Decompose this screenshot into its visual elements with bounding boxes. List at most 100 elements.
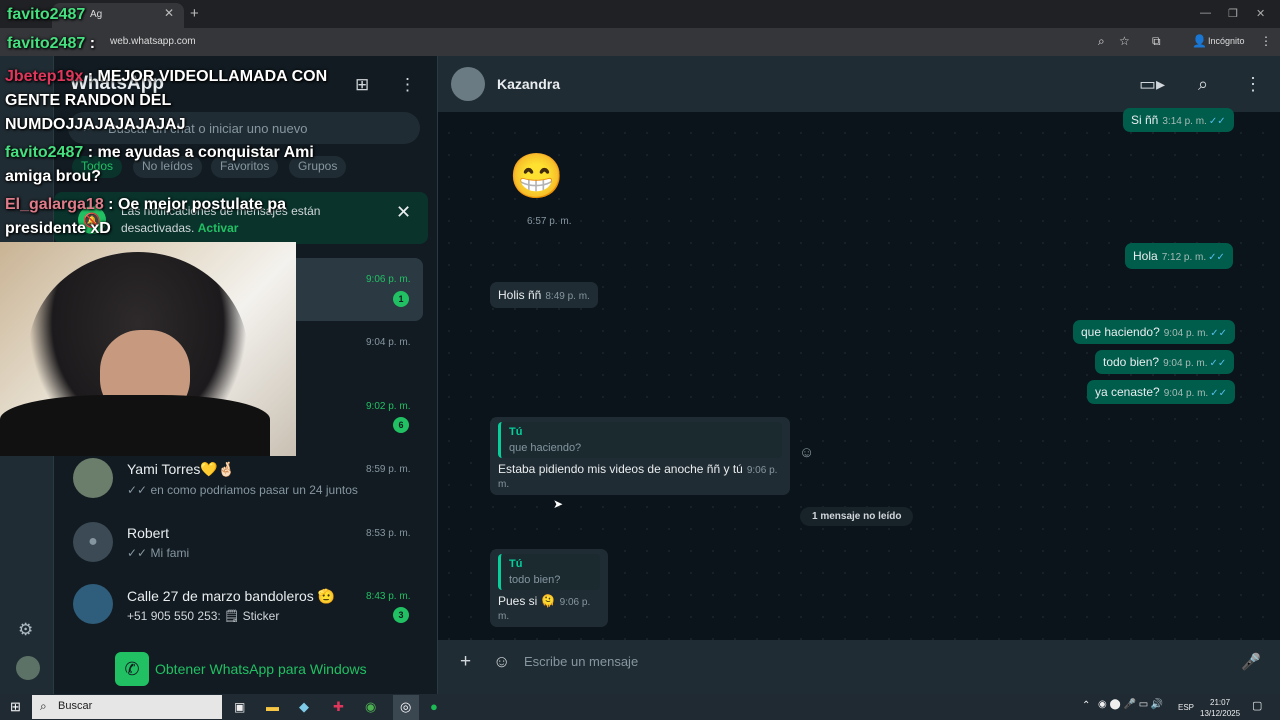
message-outgoing[interactable]: ya cenaste? 9:04 p. m. ✓✓ bbox=[1087, 380, 1235, 404]
profile-avatar[interactable] bbox=[16, 656, 40, 680]
message-incoming[interactable]: Tú que haciendo? Estaba pidiendo mis vide… bbox=[490, 417, 790, 495]
message-time: 8:49 p. m. bbox=[545, 291, 590, 302]
extension-icon[interactable]: ⧉ bbox=[1152, 34, 1161, 49]
webcam-person-shirt bbox=[0, 395, 270, 456]
star-icon[interactable]: ☆ bbox=[1119, 34, 1130, 48]
message-text: Hola bbox=[1133, 249, 1158, 263]
quote-text: que haciendo? bbox=[509, 442, 582, 454]
attach-plus-icon[interactable]: + bbox=[460, 651, 471, 673]
unread-badge: 6 bbox=[393, 417, 409, 433]
chat-time: 9:02 p. m. bbox=[366, 401, 411, 412]
spotify-icon[interactable]: ● bbox=[430, 699, 438, 714]
stream-chat-line: favito2487 bbox=[7, 6, 85, 24]
default-avatar-icon: ● bbox=[73, 522, 113, 562]
new-tab-icon[interactable]: + bbox=[190, 5, 199, 22]
message-time: 7:12 p. m. bbox=[1161, 252, 1207, 263]
stream-chat-line: favito2487 : bbox=[7, 35, 96, 52]
tab-close-icon[interactable]: ✕ bbox=[164, 6, 174, 20]
chat-time: 8:59 p. m. bbox=[366, 464, 411, 475]
language-indicator[interactable]: ESP bbox=[1178, 703, 1194, 712]
chat-time: 9:04 p. m. bbox=[366, 337, 411, 348]
close-icon[interactable]: ✕ bbox=[396, 202, 411, 223]
message-outgoing[interactable]: que haciendo? 9:04 p. m. ✓✓ bbox=[1073, 320, 1235, 344]
chat-preview: +51 905 550 253: 🗒 Sticker bbox=[127, 609, 280, 623]
incognito-icon: 👤 bbox=[1192, 34, 1207, 48]
chat-name: Robert bbox=[127, 525, 170, 541]
unread-badge: 3 bbox=[393, 607, 409, 623]
stream-username: favito2487 bbox=[7, 35, 86, 52]
contact-name[interactable]: Kazandra bbox=[497, 76, 560, 92]
new-chat-icon[interactable]: ⊞ bbox=[355, 75, 369, 95]
quoted-message[interactable]: Tú que haciendo? bbox=[498, 422, 782, 458]
notifications-icon[interactable]: ▢ bbox=[1252, 699, 1262, 712]
message-text: Holis ññ bbox=[498, 288, 542, 302]
browser-menu-icon[interactable]: ⋮ bbox=[1260, 34, 1272, 48]
stream-username: favito2487 bbox=[7, 6, 86, 23]
message-time: 9:04 p. m. bbox=[1163, 388, 1209, 399]
taskbar-search[interactable]: Buscar bbox=[32, 695, 222, 719]
obs-icon: ◎ bbox=[400, 699, 412, 714]
stream-username: El_galarga18 bbox=[5, 196, 104, 213]
search-icon[interactable]: ⌕ bbox=[1198, 74, 1208, 95]
chat-name: Calle 27 de marzo bandoleros 🫡 bbox=[127, 588, 336, 604]
emoji-message[interactable]: 😁 bbox=[509, 150, 564, 202]
chrome-icon[interactable]: ◉ bbox=[365, 699, 376, 715]
menu-icon[interactable]: ⋮ bbox=[399, 75, 416, 95]
minimize-icon[interactable]: — bbox=[1200, 7, 1211, 19]
message-outgoing[interactable]: Hola 7:12 p. m. ✓✓ bbox=[1125, 243, 1233, 269]
chat-name: Yami Torres💛🤞🏻 bbox=[127, 461, 236, 477]
tray-chevron-icon[interactable]: ⌃ bbox=[1082, 700, 1090, 711]
read-ticks-icon: ✓✓ bbox=[1209, 358, 1227, 369]
maximize-icon[interactable]: ❐ bbox=[1228, 7, 1238, 20]
menu-icon[interactable]: ⋮ bbox=[1244, 74, 1262, 95]
chat-preview: ✓✓ en como podriamos pasar un 24 juntos bbox=[127, 483, 358, 497]
contact-avatar[interactable] bbox=[451, 67, 485, 101]
close-window-icon[interactable]: ✕ bbox=[1256, 7, 1265, 20]
avatar bbox=[73, 584, 113, 624]
video-call-icon[interactable]: ▭▸ bbox=[1139, 74, 1165, 95]
quoted-message[interactable]: Tú todo bien? bbox=[498, 554, 600, 590]
incognito-label: Incógnito bbox=[1208, 36, 1245, 46]
message-incoming[interactable]: Tú todo bien? Pues si 🫠 9:06 p. m. bbox=[490, 549, 608, 627]
message-input[interactable]: Escribe un mensaje bbox=[524, 654, 638, 669]
tray-icons[interactable]: ◉ ⬤ 🎤 ▭ 🔊 bbox=[1098, 699, 1163, 710]
message-incoming[interactable]: Holis ññ 8:49 p. m. bbox=[490, 282, 598, 308]
url-text[interactable]: web.whatsapp.com bbox=[110, 36, 196, 47]
message-time: 3:14 p. m. bbox=[1162, 116, 1207, 127]
tab-title: Ag bbox=[90, 9, 103, 20]
message-text: todo bien? bbox=[1103, 355, 1160, 369]
message-outgoing[interactable]: Si ññ 3:14 p. m. ✓✓ bbox=[1123, 108, 1234, 132]
avatar bbox=[73, 458, 113, 498]
clock[interactable]: 21:07 13/12/2025 bbox=[1200, 697, 1240, 719]
stream-chat-line: favito2487 : me ayudas a conquistar Ami … bbox=[5, 144, 314, 185]
message-time: 9:04 p. m. bbox=[1163, 358, 1208, 369]
settings-icon[interactable]: ⚙ bbox=[18, 620, 33, 640]
chat-preview: ✓✓ Mi fami bbox=[127, 546, 190, 560]
unread-divider: 1 mensaje no leído bbox=[800, 507, 914, 526]
microphone-icon[interactable]: 🎤 bbox=[1241, 652, 1261, 672]
message-text: Estaba pidiendo mis videos de anoche ññ … bbox=[498, 462, 743, 476]
react-emoji-icon[interactable]: ☺ bbox=[799, 444, 814, 461]
stream-username: Jbetep19x bbox=[5, 68, 84, 85]
chat-time: 9:06 p. m. bbox=[366, 274, 411, 285]
search-icon: ⌕ bbox=[40, 699, 47, 713]
message-outgoing[interactable]: todo bien? 9:04 p. m. ✓✓ bbox=[1095, 350, 1235, 374]
sticker-icon[interactable]: ☺ bbox=[493, 652, 510, 672]
quote-text: todo bien? bbox=[509, 574, 561, 586]
get-app-text[interactable]: Obtener WhatsApp para Windows bbox=[155, 661, 367, 677]
message-text: que haciendo? bbox=[1081, 325, 1160, 339]
stream-username: favito2487 bbox=[5, 144, 84, 161]
read-ticks-icon: ✓✓ bbox=[1208, 252, 1225, 263]
windows-start-icon[interactable]: ⊞ bbox=[10, 699, 21, 715]
message-text: Si ññ bbox=[1131, 113, 1159, 127]
app-icon[interactable]: ◆ bbox=[299, 699, 309, 715]
stream-chat-line: Jbetep19x : MEJOR VIDEOLLAMADA CON GENTE… bbox=[5, 68, 328, 133]
message-text: Pues si 🫠 bbox=[498, 594, 556, 608]
message-time: 6:57 p. m. bbox=[527, 216, 572, 227]
app-icon[interactable]: ✚ bbox=[333, 699, 344, 715]
file-explorer-icon[interactable]: ▬ bbox=[266, 699, 279, 714]
read-ticks-icon: ✓✓ bbox=[1210, 328, 1227, 339]
stream-chat-line: El_galarga18 : Oe mejor postulate pa pre… bbox=[5, 196, 286, 237]
zoom-icon[interactable]: ⌕ bbox=[1098, 34, 1105, 49]
task-view-icon[interactable]: ▣ bbox=[234, 700, 245, 714]
